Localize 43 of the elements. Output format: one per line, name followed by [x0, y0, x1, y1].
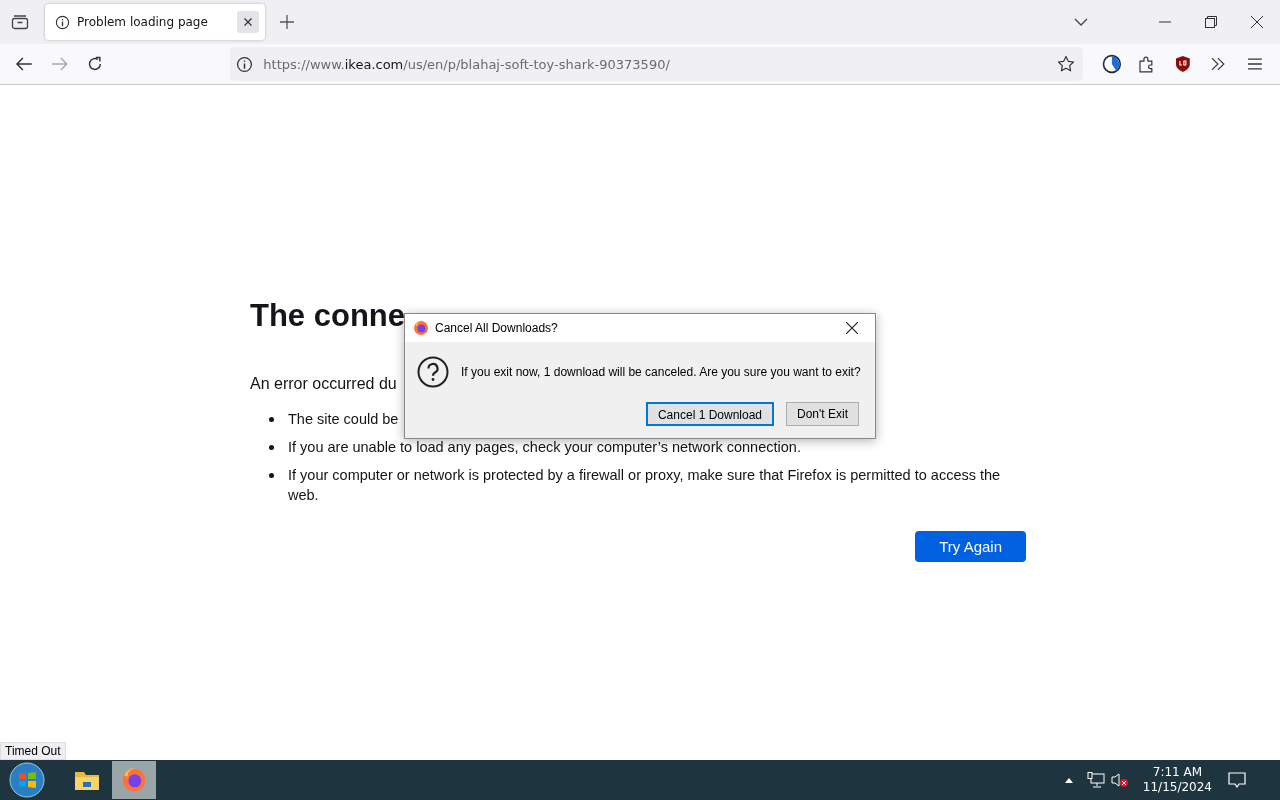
clock-extension-icon[interactable] — [1102, 54, 1122, 74]
close-icon[interactable] — [846, 322, 858, 334]
network-icon[interactable] — [1086, 772, 1105, 788]
try-again-button[interactable]: Try Again — [915, 531, 1026, 562]
new-tab-icon[interactable] — [279, 14, 295, 30]
error-heading: The conne — [250, 298, 405, 334]
start-button[interactable] — [8, 761, 46, 799]
address-bar[interactable]: https://www.ikea.com/us/en/p/blahaj-soft-toy-shark-90373590/ — [230, 47, 1084, 81]
dialog-message: If you exit now, 1 download will be canceled. Are you sure you want to exit? — [461, 365, 861, 379]
caret-up-icon[interactable] — [1064, 777, 1073, 783]
menu-icon[interactable] — [1248, 58, 1262, 70]
info-icon — [55, 14, 70, 30]
suggestion-text: If your computer or network is protected by a firewall or proxy, make sure that Firefox is permitted to access the web. — [288, 466, 1002, 505]
tab-title: Problem loading page — [77, 15, 209, 29]
clock-time[interactable]: 7:11 AM — [1152, 765, 1203, 780]
tab-list-icon[interactable] — [11, 14, 29, 30]
muted-speaker-icon[interactable] — [1110, 772, 1129, 788]
dialog-button[interactable]: Cancel 1 Download — [645, 402, 774, 426]
back-icon[interactable] — [15, 56, 33, 72]
clock-date[interactable]: 11/15/2024 — [1142, 780, 1212, 795]
suggestion-text: The site could be — [288, 410, 399, 429]
dialog-button[interactable]: Don't Exit — [786, 402, 859, 426]
info-icon[interactable] — [236, 55, 254, 73]
firefox-icon — [413, 320, 429, 336]
url-text: https://www.ikea.com/us/en/p/blahaj-soft-toy-shark-90373590/ — [263, 56, 670, 72]
status-text: Timed Out — [0, 742, 66, 760]
star-icon[interactable] — [1057, 55, 1076, 73]
folder-icon[interactable] — [74, 769, 100, 791]
chevron-down-icon[interactable] — [1074, 17, 1088, 27]
firefox-icon — [121, 767, 147, 793]
shield-icon[interactable] — [1174, 55, 1191, 73]
reload-icon[interactable] — [86, 56, 103, 72]
suggestion-text: If you are unable to load any pages, check your computer’s network connection. — [288, 438, 801, 457]
chevrons-right-icon[interactable] — [1211, 57, 1226, 71]
notification-icon[interactable] — [1228, 771, 1246, 789]
browser-tab[interactable]: Problem loading page — [45, 4, 265, 40]
question-icon — [417, 356, 449, 388]
error-intro: An error occurred du — [250, 375, 397, 393]
close-tab-icon[interactable] — [237, 11, 259, 33]
puzzle-icon[interactable] — [1138, 55, 1155, 73]
restore-icon[interactable] — [1205, 16, 1217, 28]
dialog-title: Cancel All Downloads? — [435, 321, 558, 335]
close-icon[interactable] — [1251, 16, 1263, 28]
